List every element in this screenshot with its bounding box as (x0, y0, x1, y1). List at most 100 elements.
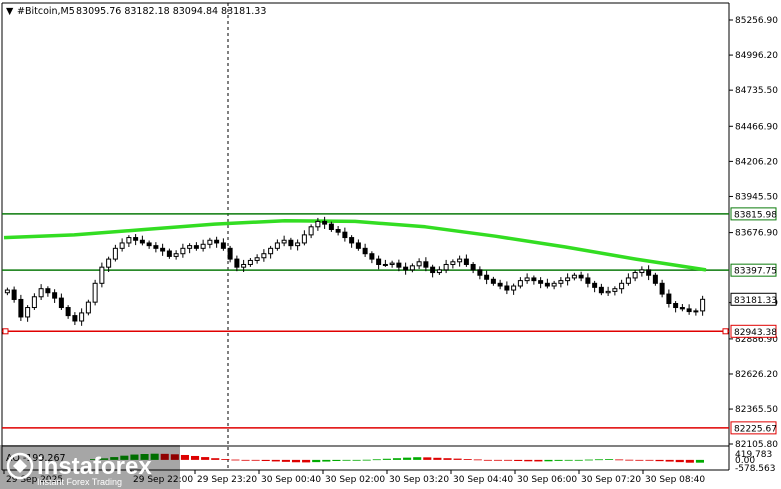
ao-bar (302, 459, 311, 463)
candle-body (457, 258, 463, 263)
candle-body (126, 237, 132, 244)
level-marker (722, 328, 729, 335)
time-tick-label: 29 Sep 23:20 (197, 475, 257, 485)
price-tick-label: 84466.90 (735, 122, 778, 132)
ao-bar (574, 459, 583, 461)
candle-body (551, 282, 557, 287)
candle-body (281, 239, 287, 244)
candle-body (592, 282, 598, 288)
ao-bar (534, 459, 543, 462)
symbol-label: #Bitcoin,M5 (17, 6, 75, 17)
level-label-text: 83181.33 (734, 296, 777, 306)
candle-body (376, 258, 382, 265)
chart-background (0, 0, 781, 489)
candle-body (45, 288, 51, 294)
time-tick-label: 30 Sep 06:00 (517, 475, 577, 485)
candle-body (403, 266, 409, 271)
candle-body (79, 312, 85, 322)
candle-body (25, 307, 31, 318)
ohlc-values: 83095.76 83182.18 83094.84 83181.33 (76, 6, 266, 17)
time-tick-label: 30 Sep 04:40 (453, 475, 513, 485)
candle-body (612, 288, 618, 292)
price-tick-label: 83945.50 (735, 192, 778, 202)
price-chart[interactable]: 85256.90 84996.20 84735.50 84466.90 84206.20… (0, 0, 781, 489)
ao-bar (514, 459, 523, 462)
price-tick-label: 84206.20 (735, 157, 778, 167)
candle-body (207, 239, 213, 245)
candle-body (328, 223, 334, 230)
candle-body (463, 258, 469, 265)
candle-body (430, 266, 436, 274)
instaforex-logo: instaforex Instant Forex Trading (0, 445, 180, 489)
candle-body (241, 263, 247, 268)
candle-body (686, 308, 692, 313)
candle-body (511, 285, 517, 291)
candle-body (342, 231, 348, 239)
ao-bar (635, 459, 644, 461)
ao-bar (190, 455, 200, 460)
time-tick-label: 30 Sep 00:40 (261, 475, 321, 485)
ao-bar (524, 459, 533, 462)
candle-body (139, 239, 145, 244)
ao-bar (433, 457, 442, 460)
candle-body (693, 310, 699, 313)
candle-body (119, 242, 125, 249)
candle-body (497, 282, 503, 287)
ao-bar (221, 459, 230, 460)
candle-body (585, 277, 591, 284)
ao-bar (231, 459, 240, 461)
candle-body (227, 247, 233, 260)
ao-bar (453, 458, 462, 460)
ao-bar (372, 459, 381, 461)
ao-bar (554, 459, 563, 461)
candle-body (673, 302, 679, 309)
ao-bar (261, 459, 270, 462)
candle-body (389, 262, 395, 265)
ao-bar (473, 459, 482, 461)
candle-body (288, 239, 294, 247)
candle-body (666, 293, 672, 304)
candle-body (700, 298, 706, 312)
candle-body (605, 290, 611, 294)
candle-body (646, 269, 652, 276)
ao-bar (271, 459, 280, 462)
ao-bar (544, 459, 553, 462)
dropdown-arrow-icon[interactable]: ▼ (6, 6, 14, 17)
ao-bar (625, 459, 634, 461)
candle-body (301, 234, 307, 244)
ao-bar (685, 459, 694, 463)
candle-body (52, 292, 58, 299)
candle-body (369, 253, 375, 260)
candle-body (565, 277, 571, 282)
candle-body (639, 269, 645, 274)
candle-body (504, 285, 510, 291)
candle-body (524, 277, 530, 282)
level-label-text: 83815.98 (734, 210, 777, 220)
ao-bar (504, 459, 513, 461)
candle-body (652, 274, 658, 284)
ao-bar (403, 457, 412, 460)
candle-body (436, 269, 442, 274)
candle-body (38, 288, 44, 298)
ao-bar (605, 459, 614, 460)
level-marker (2, 328, 9, 335)
ao-bar (382, 458, 391, 460)
candle-body (180, 247, 186, 255)
ao-bar (615, 459, 624, 461)
price-tick-label: 84735.50 (735, 86, 778, 96)
candle-body (99, 266, 105, 284)
ao-bar (291, 459, 301, 463)
ao-bar (201, 457, 210, 460)
candle-body (322, 220, 328, 225)
candle-body (214, 239, 220, 244)
price-tick-label: 85256.90 (735, 16, 778, 26)
candle-body (531, 277, 537, 282)
ao-bar (594, 459, 604, 461)
ao-bar (695, 459, 704, 463)
candle-body (58, 297, 64, 309)
candle-body (450, 261, 456, 265)
candle-body (477, 269, 483, 276)
candle-body (578, 274, 584, 279)
candle-body (295, 242, 301, 247)
candle-body (146, 242, 152, 247)
